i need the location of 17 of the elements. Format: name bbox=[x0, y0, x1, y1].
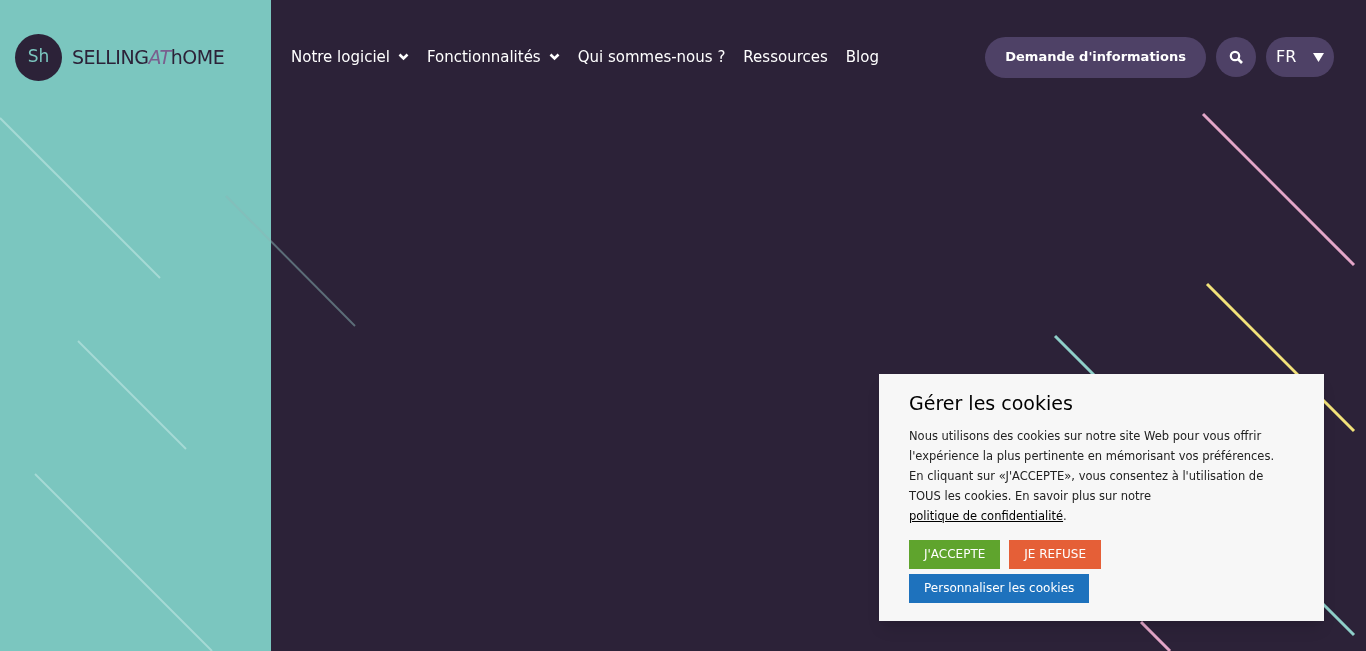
caret-icon bbox=[1313, 52, 1324, 62]
nav-link[interactable]: Qui sommes-nous ? bbox=[577, 45, 726, 69]
chevron-down-icon bbox=[548, 53, 560, 61]
nav-link[interactable]: Notre logiciel bbox=[291, 45, 409, 69]
language-select[interactable]: FR bbox=[1266, 37, 1334, 77]
cookie-banner-text: Nous utilisons des cookies sur notre site Web pour vous offrir l'expérience la plus pertinente en mémorisant vos préférences. En cliquant sur «J'ACCEPTE», vous consentez à l'utilisation de TOUS les cookies. En savoir plus sur notre politique de confidentialité. bbox=[909, 427, 1276, 525]
search-button[interactable] bbox=[1216, 37, 1256, 77]
request-info-button[interactable]: Demande d'informations bbox=[985, 36, 1206, 78]
customize-cookies-button[interactable]: Personnaliser les cookies bbox=[909, 573, 1090, 603]
nav-link[interactable]: Ressources bbox=[743, 45, 828, 69]
privacy-policy-link[interactable]: politique de confidentialité bbox=[909, 508, 1064, 523]
search-icon bbox=[1229, 50, 1243, 64]
nav-link[interactable]: Fonctionnalités bbox=[426, 45, 560, 69]
chevron-down-icon bbox=[397, 53, 409, 61]
nav-link[interactable]: Blog bbox=[845, 45, 879, 69]
cookie-banner-title: Gérer les cookies bbox=[909, 391, 1074, 416]
logo-wordmark[interactable]: SELLINGAThOME bbox=[72, 42, 225, 72]
